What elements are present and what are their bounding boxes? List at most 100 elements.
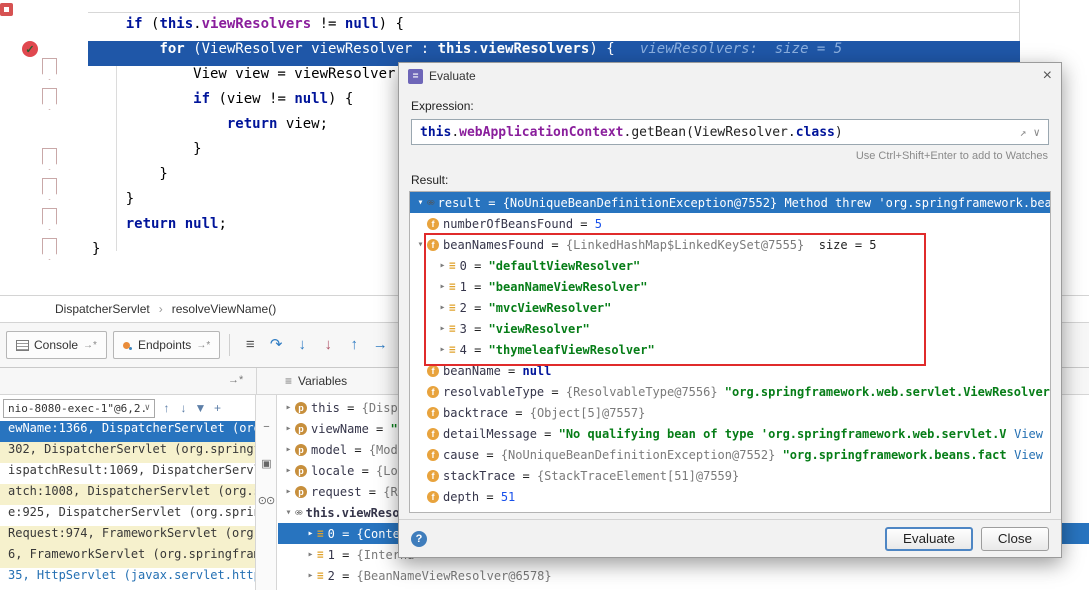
variable-name: beanNamesFound: [443, 238, 544, 252]
step-out-icon[interactable]: ↑: [343, 334, 365, 356]
row-content: ▸≡0 = "defaultViewResolver": [436, 259, 1050, 273]
copy-stack-icon[interactable]: ▣: [261, 457, 270, 470]
frame-row[interactable]: 6, FrameworkServlet (org.springframewo: [0, 547, 255, 568]
editor-top-divider: [88, 12, 1020, 13]
variable-name: viewName: [311, 422, 369, 436]
result-row[interactable]: ▸≡2 = "mvcViewResolver": [410, 297, 1050, 318]
code-token: getBean(ViewResolver.: [631, 125, 795, 140]
expander-icon[interactable]: ▸: [282, 465, 295, 476]
value-reference: {Object[5]@7557}: [530, 406, 646, 420]
restore-view-icon[interactable]: →*: [228, 374, 243, 386]
frame-row[interactable]: ispatchResult:1069, DispatcherServlet (o…: [0, 463, 255, 484]
expand-icon[interactable]: ↗: [1020, 126, 1027, 139]
dialog-titlebar[interactable]: = Evaluate ×: [399, 63, 1061, 89]
frame-row[interactable]: ewName:1366, DispatcherServlet (org.sp: [0, 421, 255, 442]
array-item-icon: ≡: [449, 301, 456, 314]
tab-endpoints[interactable]: Endpoints →*: [113, 331, 220, 359]
result-row[interactable]: fdepth = 51: [410, 486, 1050, 507]
expander-icon[interactable]: ▸: [436, 302, 449, 313]
side-strip: − ▣ ⊙⊙: [256, 395, 277, 590]
variable-name: this: [311, 401, 340, 415]
expander-icon[interactable]: ▸: [304, 528, 317, 539]
chevron-down-icon[interactable]: ∨: [1033, 126, 1040, 139]
result-row[interactable]: fdetailMessage = "No qualifying bean of …: [410, 423, 1050, 444]
close-button[interactable]: Close: [981, 527, 1049, 551]
result-row[interactable]: ▾⊙⊙result = {NoUniqueBeanDefinitionExcep…: [410, 192, 1050, 213]
step-into-icon[interactable]: ↓: [291, 334, 313, 356]
view-options-icon[interactable]: ≡: [239, 334, 261, 356]
gutter-pin-icon: [42, 238, 57, 260]
view-link[interactable]: View: [1007, 427, 1050, 441]
code-token: view;: [277, 116, 328, 132]
frame-row[interactable]: 35, HttpServlet (javax.servlet.http): [0, 568, 255, 589]
parameter-icon: p: [295, 423, 307, 435]
result-row[interactable]: ▸≡3 = "viewResolver": [410, 318, 1050, 339]
view-link[interactable]: View: [1007, 448, 1050, 462]
result-row[interactable]: fresolvableType = {ResolvableType@7556} …: [410, 381, 1050, 402]
frames-icons: ↑↓▼+: [158, 401, 226, 415]
frame-row[interactable]: e:925, DispatcherServlet (org.springfram…: [0, 505, 255, 526]
help-icon[interactable]: ?: [411, 531, 427, 547]
expander-icon[interactable]: ▸: [282, 444, 295, 455]
filter-frames-icon[interactable]: ▼: [192, 401, 209, 415]
thread-name: nio-8080-exec-1"@6,2...: [8, 402, 145, 415]
tab-console[interactable]: Console →*: [6, 331, 107, 359]
parameter-icon: p: [295, 402, 307, 414]
remove-watch-icon[interactable]: −: [263, 421, 268, 433]
thread-dropdown[interactable]: nio-8080-exec-1"@6,2... ∨: [3, 399, 155, 418]
gutter-pin-icon: [42, 148, 57, 170]
result-row[interactable]: fnumberOfBeansFound = 5: [410, 213, 1050, 234]
run-to-cursor-icon[interactable]: →: [369, 334, 391, 356]
next-frame-icon[interactable]: ↓: [175, 401, 192, 415]
result-row[interactable]: fsuppressedExceptions = {Collections$Emp…: [410, 507, 1050, 513]
chevron-down-icon: ∨: [145, 403, 150, 413]
code-token: ) {: [589, 41, 614, 57]
code-token: }: [92, 241, 100, 257]
evaluate-button[interactable]: Evaluate: [885, 527, 973, 551]
result-row[interactable]: ▸≡1 = "beanNameViewResolver": [410, 276, 1050, 297]
result-row[interactable]: ▾fbeanNamesFound = {LinkedHashMap$Linked…: [410, 234, 1050, 255]
frame-row[interactable]: 302, DispatcherServlet (org.springframew: [0, 442, 255, 463]
breakpoint-icon[interactable]: ✓: [22, 41, 38, 57]
expander-icon[interactable]: ▾: [414, 197, 427, 208]
result-row[interactable]: fbeanName = null: [410, 360, 1050, 381]
expander-icon[interactable]: ▾: [282, 507, 295, 518]
frame-row[interactable]: Request:974, FrameworkServlet (org.sprin: [0, 526, 255, 547]
mute-breakpoints-icon[interactable]: [0, 3, 13, 16]
expander-icon[interactable]: ▸: [282, 486, 295, 497]
variable-name: 1: [328, 548, 335, 562]
expander-icon[interactable]: ▸: [304, 549, 317, 560]
expander-icon[interactable]: ▸: [436, 281, 449, 292]
result-row[interactable]: ▸≡4 = "thymeleafViewResolver": [410, 339, 1050, 360]
expander-icon[interactable]: ▸: [436, 260, 449, 271]
breadcrumb-class[interactable]: DispatcherServlet: [55, 302, 150, 316]
code-token: !=: [311, 16, 345, 32]
expander-icon[interactable]: ▾: [414, 239, 427, 250]
expander-icon[interactable]: ▸: [436, 323, 449, 334]
code-token: [92, 116, 227, 132]
field-icon: f: [427, 386, 439, 398]
code-line[interactable]: if (this.viewResolvers != null) {: [88, 16, 1020, 41]
breadcrumb-method[interactable]: resolveViewName(): [172, 302, 276, 316]
frame-row[interactable]: atch:1008, DispatcherServlet (org.spring…: [0, 484, 255, 505]
show-watches-icon[interactable]: ⊙⊙: [258, 494, 274, 507]
value-string: "mvcViewResolver": [489, 301, 612, 315]
variables-menu-icon[interactable]: ≡: [285, 374, 292, 388]
result-row[interactable]: ▸≡0 = "defaultViewResolver": [410, 255, 1050, 276]
code-token: .: [471, 41, 479, 57]
variable-name: backtrace: [443, 406, 508, 420]
previous-frame-icon[interactable]: ↑: [158, 401, 175, 415]
force-step-into-icon[interactable]: ↓: [317, 334, 339, 356]
expander-icon[interactable]: ▸: [282, 423, 295, 434]
variable-row[interactable]: ▸≡2 = {BeanNameViewResolver@6578}: [278, 565, 1089, 586]
step-over-icon[interactable]: ↷: [265, 334, 287, 356]
close-icon[interactable]: ×: [1043, 68, 1052, 84]
expander-icon[interactable]: ▸: [304, 570, 317, 581]
expression-input[interactable]: this.webApplicationContext.getBean(ViewR…: [411, 119, 1049, 145]
expander-icon[interactable]: ▸: [282, 402, 295, 413]
result-row[interactable]: fbacktrace = {Object[5]@7557}: [410, 402, 1050, 423]
expander-icon[interactable]: ▸: [436, 344, 449, 355]
add-frame-icon[interactable]: +: [209, 401, 226, 415]
result-row[interactable]: fstackTrace = {StackTraceElement[51]@755…: [410, 465, 1050, 486]
result-row[interactable]: fcause = {NoUniqueBeanDefinitionExceptio…: [410, 444, 1050, 465]
